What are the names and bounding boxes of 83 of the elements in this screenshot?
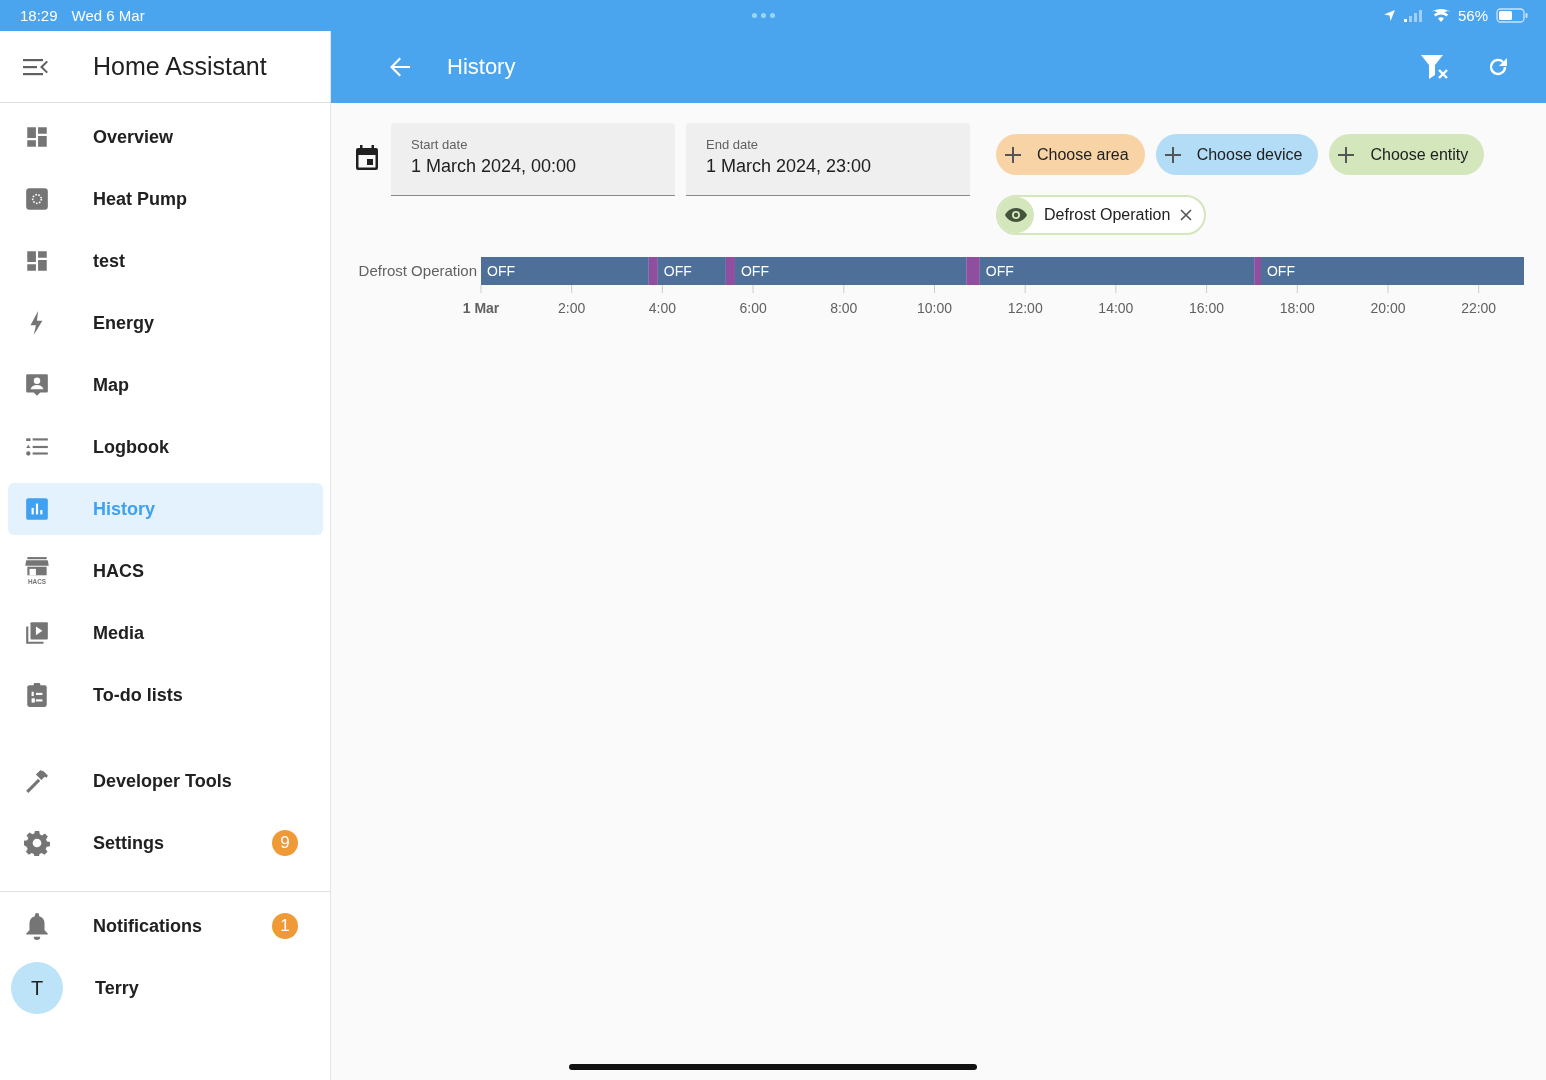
plus-icon [1338, 146, 1355, 163]
sidebar-item[interactable]: Notifications 1 [8, 900, 323, 952]
state-label: OFF [487, 263, 515, 279]
battery-icon [1496, 8, 1528, 23]
target-picker-button[interactable]: Choose device [1155, 134, 1319, 175]
sidebar-item[interactable]: Developer Tools [8, 755, 323, 807]
chart-icon [24, 496, 50, 522]
count-badge: 9 [272, 830, 298, 856]
plus-icon [1005, 146, 1021, 163]
axis-tick-label: 1 Mar [462, 300, 500, 316]
hammer-icon [24, 768, 50, 794]
end-date-field[interactable]: End date 1 March 2024, 23:00 [686, 123, 970, 196]
page-title: History [447, 54, 517, 80]
target-picker-button[interactable]: Choose area [996, 134, 1145, 175]
remove-button[interactable] [1180, 209, 1193, 221]
count-badge: 1 [272, 913, 298, 939]
axis-tick-label: 8:00 [830, 300, 858, 316]
axis-tick-label: 14:00 [1098, 300, 1134, 316]
sidebar-item[interactable]: test [8, 235, 323, 287]
state-label: OFF [740, 263, 769, 279]
sidebar-label: Settings [93, 832, 165, 854]
sidebar-item[interactable]: Map [8, 359, 323, 411]
sidebar-label: HACS [93, 560, 145, 582]
axis-tick-label: 18:00 [1279, 300, 1315, 316]
signal-icon [1403, 9, 1424, 22]
sidebar-label: Heat Pump [93, 188, 189, 210]
media-icon [24, 620, 50, 646]
sidebar-item[interactable]: To-do lists [8, 669, 323, 721]
state-label: OFF [663, 263, 692, 279]
wifi-icon [1431, 9, 1450, 22]
status-time: 18:29 [20, 7, 58, 24]
sidebar-item[interactable]: Heat Pump [8, 173, 323, 225]
axis-tick-label: 10:00 [916, 300, 952, 316]
multitasking-dots-icon [752, 13, 776, 18]
fan-icon [24, 186, 50, 212]
app-title: Home Assistant [93, 52, 267, 81]
sidebar-item[interactable]: Settings 9 [8, 817, 323, 869]
axis-tick-label: 20:00 [1370, 300, 1406, 316]
sidebar-label: Map [93, 374, 130, 396]
clipboard-list-icon [24, 682, 50, 708]
gear-icon [24, 830, 50, 856]
entity-label: Defrost Operation [358, 262, 477, 279]
close-icon [1180, 209, 1193, 221]
sidebar-label: Notifications [93, 915, 203, 937]
sidebar-label: History [93, 498, 156, 520]
sidebar-label: Terry [95, 977, 140, 999]
plus-icon [1164, 146, 1181, 163]
back-arrow-icon [389, 57, 411, 77]
location-arrow-icon [1382, 9, 1396, 22]
sidebar-label: Energy [93, 312, 156, 334]
state-label: OFF [985, 263, 1014, 279]
axis-tick-label: 2:00 [558, 300, 586, 316]
calendar-icon[interactable] [355, 145, 379, 171]
sidebar-item[interactable]: T Terry [8, 962, 323, 1014]
eye-icon [1005, 207, 1027, 223]
sidebar-item[interactable]: Logbook [8, 421, 323, 473]
person-pin-icon [24, 372, 50, 398]
start-date-field[interactable]: Start date 1 March 2024, 00:00 [391, 123, 675, 196]
axis-tick-label: 6:00 [739, 300, 767, 316]
entity-chip[interactable]: Defrost Operation [996, 195, 1207, 235]
filter-remove-icon [1420, 53, 1450, 81]
bell-icon [24, 912, 50, 940]
status-date: Wed 6 Mar [71, 7, 145, 24]
sidebar-item[interactable]: Overview [8, 111, 323, 163]
sidebar-label: To-do lists [93, 684, 184, 706]
axis-tick-label: 22:00 [1461, 300, 1497, 316]
user-avatar: T [11, 962, 63, 1014]
battery-percentage: 56% [1457, 7, 1488, 24]
dashboard-icon [24, 248, 50, 274]
menu-icon[interactable] [23, 56, 49, 77]
sidebar-item[interactable]: Energy [8, 297, 323, 349]
sidebar-item[interactable]: Media [8, 607, 323, 659]
state-label: OFF [1267, 263, 1295, 279]
sidebar-label: test [93, 250, 126, 272]
axis-tick-label: 16:00 [1189, 300, 1225, 316]
axis-tick-label: 12:00 [1007, 300, 1043, 316]
axis-tick-label: 4:00 [648, 300, 676, 316]
sidebar-label: Media [93, 622, 145, 644]
sidebar-label: Logbook [93, 436, 170, 458]
target-picker-button[interactable]: Choose entity [1329, 134, 1485, 175]
sidebar-label: Overview [93, 126, 175, 148]
dashboard-icon [24, 124, 50, 150]
sidebar-label: Developer Tools [93, 770, 233, 792]
